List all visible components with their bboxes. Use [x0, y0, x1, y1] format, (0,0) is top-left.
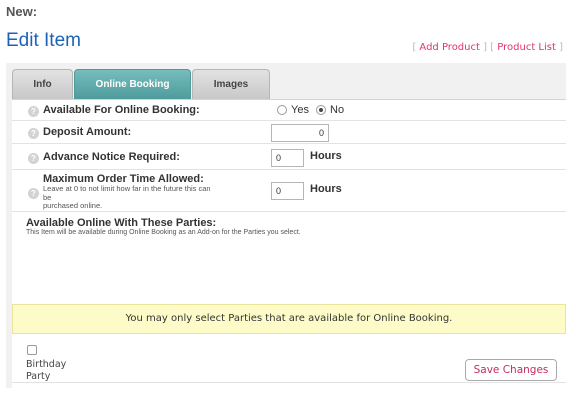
tab-images[interactable]: Images — [192, 69, 270, 99]
advance-notice-label: Advance Notice Required: — [43, 151, 180, 163]
parties-description: This Item will be available during Onlin… — [26, 229, 301, 236]
max-order-help-line-3: purchased online. — [43, 201, 103, 210]
available-no-label: No — [330, 104, 345, 116]
bracket-close: ] — [555, 42, 563, 53]
available-no-radio[interactable] — [316, 105, 326, 115]
parties-heading: Available Online With These Parties: — [26, 217, 217, 229]
question-circle-icon[interactable]: ? — [28, 128, 39, 139]
question-circle-icon[interactable]: ? — [28, 106, 39, 117]
advance-notice-unit: Hours — [310, 150, 342, 162]
divider — [12, 382, 566, 383]
tab-online-booking[interactable]: Online Booking — [74, 69, 191, 99]
advance-notice-input[interactable]: 0 — [271, 149, 304, 167]
edit-panel: Info Online Booking Images ? Available F… — [6, 63, 566, 388]
available-label: Available For Online Booking: — [43, 104, 200, 116]
advance-notice-row: ? Advance Notice Required: 0 Hours — [12, 144, 566, 170]
header-links: [ Add Product ] [ Product List ] — [412, 42, 563, 53]
product-list-link[interactable]: Product List — [497, 42, 556, 53]
available-row: ? Available For Online Booking: Yes No — [12, 100, 566, 121]
tab-info[interactable]: Info — [12, 69, 73, 99]
question-circle-icon[interactable]: ? — [28, 153, 39, 164]
page-title: Edit Item — [6, 30, 81, 51]
online-booking-form: ? Available For Online Booking: Yes No ?… — [12, 99, 566, 388]
birthday-party-label: Birthday Party — [26, 359, 67, 382]
deposit-label: Deposit Amount: — [43, 126, 132, 138]
bracket-separator: ] [ — [479, 42, 498, 53]
max-order-help-line-1: Leave at 0 to not limit how far in the f… — [43, 184, 211, 193]
deposit-row: ? Deposit Amount: 0 — [12, 121, 566, 144]
question-circle-icon[interactable]: ? — [28, 188, 39, 199]
deposit-amount-input[interactable]: 0 — [271, 124, 329, 142]
max-order-input[interactable]: 0 — [271, 182, 304, 200]
save-changes-button[interactable]: Save Changes — [465, 359, 557, 381]
parties-notice: You may only select Parties that are ava… — [12, 304, 566, 334]
birthday-party-checkbox[interactable] — [27, 345, 37, 355]
add-product-link[interactable]: Add Product — [419, 42, 480, 53]
available-yes-radio[interactable] — [277, 105, 287, 115]
new-heading: New: — [6, 4, 38, 19]
max-order-row: ? Maximum Order Time Allowed: Leave at 0… — [12, 170, 566, 212]
max-order-unit: Hours — [310, 183, 342, 195]
available-yes-label: Yes — [291, 104, 309, 116]
